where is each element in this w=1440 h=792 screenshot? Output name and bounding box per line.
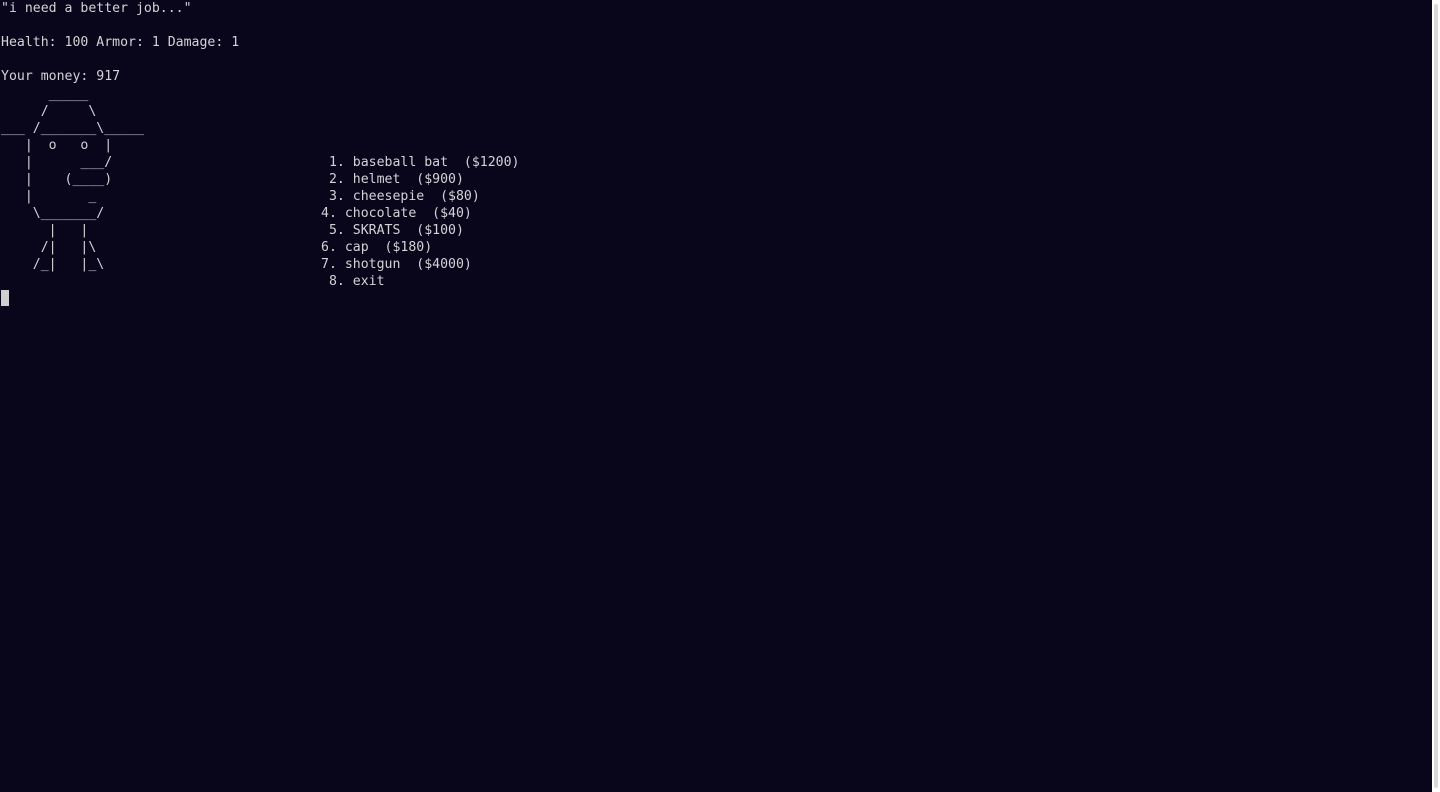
art-line: ___ /_______\_____ [1, 121, 144, 136]
scrollbar-thumb[interactable] [1434, 4, 1438, 788]
scrollbar[interactable] [1432, 0, 1440, 792]
art-line: \_______/ [1, 206, 105, 221]
character-ascii-art: _____ / \ ___ /_______\_____ | o o | | _… [0, 87, 1432, 323]
text-cursor[interactable] [1, 290, 9, 306]
art-line: | | [1, 223, 89, 238]
art-line: | (____) [1, 172, 113, 187]
menu-item-helmet: 2. helmet ($900) [321, 172, 464, 187]
menu-item-shotgun: 7. shotgun ($4000) [321, 257, 472, 272]
art-line: | o o | [1, 138, 113, 153]
art-line: /| |\ [1, 240, 97, 255]
menu-item-cheesepie: 3. cheesepie ($80) [321, 189, 480, 204]
menu-item-exit: 8. exit [321, 274, 385, 289]
menu-item-baseball-bat: 1. baseball bat ($1200) [321, 155, 520, 170]
quote-text: "i need a better job..." [1, 1, 192, 16]
art-line: /_| |_\ [1, 257, 105, 272]
terminal-window[interactable]: "i need a better job..." Health: 100 Arm… [0, 0, 1432, 792]
art-line: / \ [1, 104, 97, 119]
art-line: _____ [1, 87, 89, 102]
player-stats: Health: 100 Armor: 1 Damage: 1 [1, 35, 240, 50]
menu-item-skrats: 5. SKRATS ($100) [321, 223, 464, 238]
menu-item-cap: 6. cap ($180) [321, 240, 433, 255]
shop-menu: 1. baseball bat ($1200) 2. helmet ($900)… [0, 155, 1432, 544]
art-line: | ___/ [1, 155, 113, 170]
art-line: | _ [1, 189, 97, 204]
money-readout: Your money: 917 [1, 69, 121, 84]
menu-item-chocolate: 4. chocolate ($40) [321, 206, 472, 221]
